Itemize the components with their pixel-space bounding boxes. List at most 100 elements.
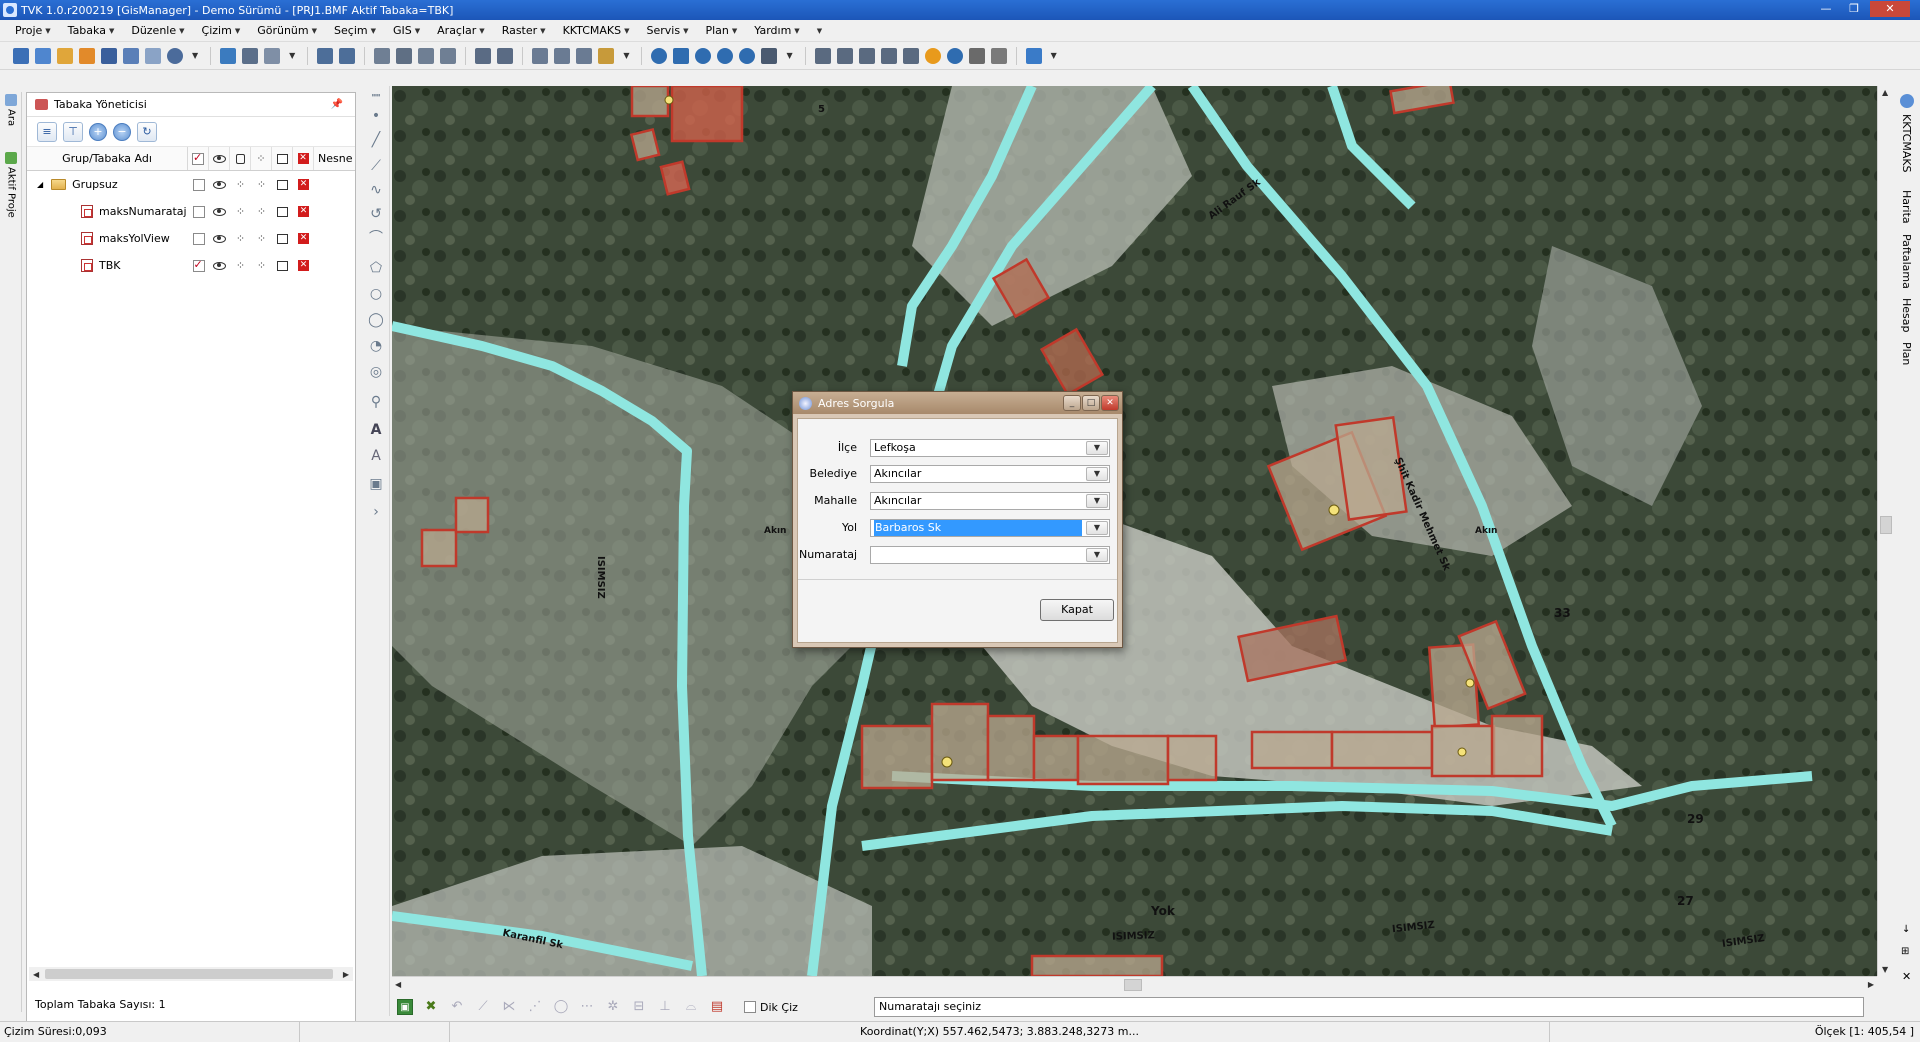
delete-icon[interactable]: ✕ [298,206,309,217]
pan-center-icon[interactable] [673,47,690,64]
kapat-button[interactable]: Kapat [1040,599,1114,621]
eye-icon[interactable] [213,207,226,216]
cancel-icon[interactable]: ✖ [423,999,439,1015]
map-horizontal-scrollbar[interactable]: ◀ ▶ [392,976,1877,993]
info-icon[interactable] [924,47,941,64]
settings-icon[interactable] [990,47,1007,64]
map-canvas[interactable]: Ali Rauf Sk Şhit Kadir Mehmet Sk ISIMSIZ… [392,86,1877,976]
select-window-icon[interactable] [836,47,853,64]
properties-icon[interactable] [264,47,281,64]
command-prompt[interactable]: Numaratajı seçiniz [874,997,1864,1017]
scroll-thumb[interactable] [1124,979,1142,991]
snap-icon[interactable]: ⁘ [257,259,266,272]
pin-icon[interactable]: ⚲ [368,394,384,410]
dialog-minimize-button[interactable]: _ [1063,395,1081,411]
circle-radius-icon[interactable]: ◔ [368,338,384,354]
dialog-maximize-button[interactable]: □ [1082,395,1100,411]
copy-object-icon[interactable] [554,47,571,64]
chevron-right-icon[interactable]: › [368,504,384,520]
tools-icon[interactable] [1025,47,1042,64]
cut-icon[interactable] [396,47,413,64]
save-as-icon[interactable] [123,47,139,64]
chevron-down-icon[interactable]: ▼ [1086,441,1108,455]
scroll-right-icon[interactable]: ▶ [1868,980,1874,989]
scroll-thumb[interactable] [1880,516,1892,534]
dock-icon[interactable]: ⊞ [1901,946,1909,957]
eye-icon[interactable] [213,234,226,243]
tree-row-layer[interactable]: maksYolView ⁘ ⁘ ✕ [27,225,355,252]
tab-harita[interactable]: Harita [1900,190,1913,224]
snap-end-icon[interactable]: ⋉ [501,999,517,1015]
select-line-icon[interactable] [880,47,897,64]
refresh-icon[interactable]: ↻ [137,121,157,142]
print-icon[interactable] [277,206,288,217]
remove-icon[interactable]: − [113,122,131,141]
visible-checkbox[interactable] [192,178,205,191]
menu-gis[interactable]: GIS ▼ [384,24,428,37]
eraser-icon[interactable] [497,47,514,64]
snap-circle-icon[interactable]: ◯ [553,999,569,1015]
menu-secim[interactable]: Seçim ▼ [325,24,384,37]
visible-checkbox[interactable] [192,258,205,272]
eye-icon[interactable] [213,180,226,189]
image-icon[interactable]: ▣ [368,476,384,492]
snap-icon[interactable]: ⁘ [257,178,266,191]
add-layer-icon[interactable] [79,47,95,64]
menu-gorunum[interactable]: Görünüm ▼ [248,24,325,37]
snap-near-icon[interactable]: ⋯ [579,999,595,1015]
menu-overflow[interactable]: ▼ [808,27,830,35]
select-polygon-icon[interactable] [858,47,875,64]
new-file-icon[interactable] [13,47,29,64]
delete-icon[interactable]: ✕ [298,233,309,244]
hand-icon[interactable] [761,47,778,64]
snap-grid-icon[interactable]: ⊟ [631,999,647,1015]
menu-cizim[interactable]: Çizim ▼ [193,24,249,37]
tree-row-layer[interactable]: maksNumarataj ⁘ ⁘ ✕ [27,198,355,225]
menu-tabaka[interactable]: Tabaka ▼ [59,24,123,37]
snap-icon[interactable]: ⁘ [236,232,245,245]
chevron-down-icon[interactable]: ▼ [1086,467,1108,481]
scroll-thumb[interactable] [45,969,333,979]
open-recent-icon[interactable] [57,47,73,64]
zoom-in-icon[interactable] [695,47,712,64]
rotate-icon[interactable] [576,47,593,64]
ellipse-icon[interactable]: ◎ [368,364,384,380]
scroll-left-icon[interactable]: ◀ [395,980,401,989]
power-icon[interactable] [167,47,183,64]
scroll-left-icon[interactable]: ◀ [33,970,39,979]
print-icon[interactable] [277,179,288,190]
layer-panel-scrollbar[interactable]: ◀ ▶ [29,967,353,981]
mahalle-select[interactable]: Akıncılar ▼ [870,492,1110,510]
chevron-down-icon[interactable]: ▼ [1086,521,1108,535]
close-icon[interactable]: ✕ [1902,970,1911,983]
eye-icon[interactable] [213,261,226,270]
polyline-icon[interactable]: ⟋ [368,158,384,174]
numarataj-select[interactable]: ▼ [870,546,1110,564]
dik-ciz-checkbox[interactable] [744,1001,756,1013]
accept-icon[interactable]: ▣ [397,999,413,1015]
visible-checkbox[interactable] [192,232,205,245]
print-icon[interactable] [145,47,161,64]
tab-ara[interactable]: Ara [2,94,20,126]
menu-yardim[interactable]: Yardım ▼ [745,24,807,37]
snap-icon[interactable]: ⁘ [257,232,266,245]
zoom-out-icon[interactable] [717,47,734,64]
measure-icon[interactable] [902,47,919,64]
text-outline-icon[interactable]: A [368,448,384,464]
dialog-titlebar[interactable]: Adres Sorgula _ □ ✕ [793,392,1122,414]
spellcheck-icon[interactable] [968,47,985,64]
open-folder-icon[interactable] [35,47,51,64]
snap-perp-icon[interactable]: ⊥ [657,999,673,1015]
undo-icon[interactable] [317,47,334,64]
map-vertical-scrollbar[interactable]: ▲ ▼ [1877,86,1894,976]
close-window-button[interactable]: ✕ [1870,1,1910,17]
chevron-down-icon[interactable]: ▼ [786,51,792,60]
delete-icon[interactable]: ✕ [298,179,309,190]
delete-icon[interactable]: ✕ [298,260,309,271]
table-icon[interactable] [242,47,259,64]
chevron-down-icon[interactable]: ▼ [1086,494,1108,508]
menu-araclar[interactable]: Araçlar ▼ [428,24,493,37]
chevron-down-icon[interactable]: ▼ [623,51,629,60]
copy-icon[interactable] [374,47,391,64]
spline-icon[interactable]: ∿ [368,182,384,198]
